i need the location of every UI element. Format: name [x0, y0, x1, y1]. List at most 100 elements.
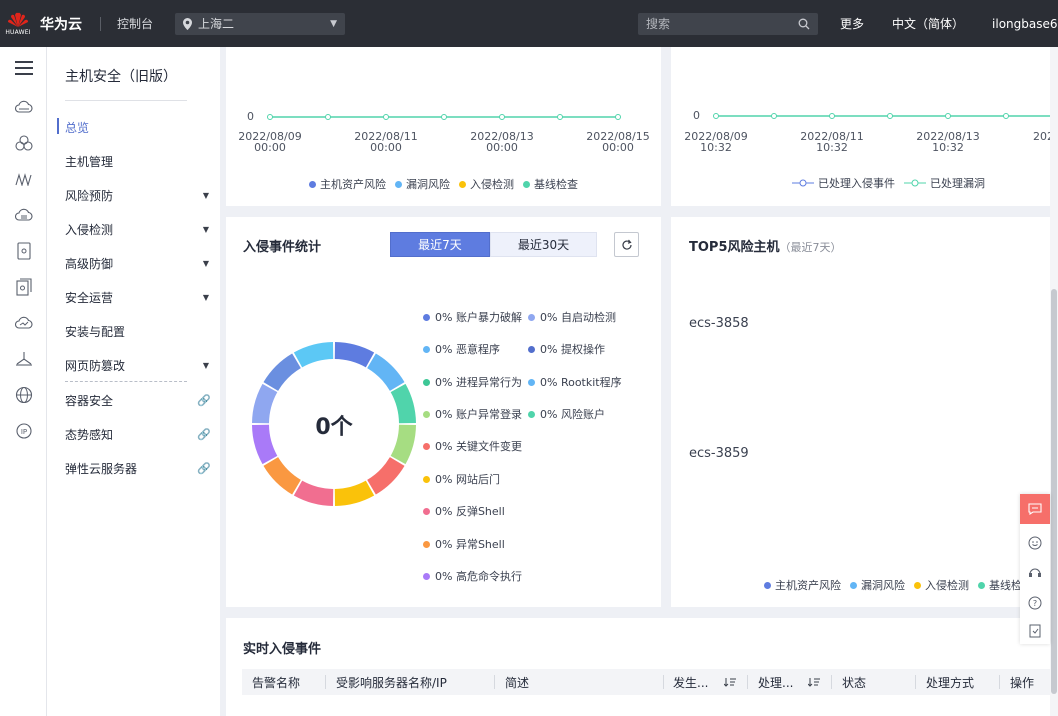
- file-stack-icon[interactable]: [14, 277, 34, 297]
- column-divider: [325, 675, 326, 689]
- console-link[interactable]: 控制台: [117, 15, 153, 32]
- donut-segment[interactable]: [390, 383, 416, 424]
- headset-icon[interactable]: [1020, 558, 1050, 588]
- legend-item[interactable]: 入侵检测: [459, 176, 514, 192]
- help-icon[interactable]: ?: [1020, 588, 1050, 618]
- refresh-button[interactable]: [614, 232, 639, 257]
- sidebar-item-overview[interactable]: 总览: [57, 117, 215, 137]
- legend-item[interactable]: 漏洞风险: [395, 176, 450, 192]
- sidebar-item-web-tamper[interactable]: 网页防篡改 ▼: [65, 355, 215, 375]
- risk-point: [383, 114, 389, 120]
- huawei-logo[interactable]: HUAWEI: [4, 5, 32, 43]
- sidebar-item-situational-awareness[interactable]: 态势感知 🔗: [65, 424, 215, 444]
- legend-item[interactable]: 0% 恶意程序: [423, 341, 500, 357]
- globe-icon[interactable]: [14, 385, 34, 405]
- donut-segment[interactable]: [252, 424, 278, 465]
- top-links: 更多 中文（简体） ilongbase66: [840, 0, 1058, 47]
- x-tick: 2022/08/11 10:32: [800, 131, 864, 153]
- top5-title: TOP5风险主机（最近7天）: [689, 236, 842, 255]
- menu-icon[interactable]: [14, 58, 34, 78]
- more-menu[interactable]: 更多: [840, 15, 864, 32]
- legend-item[interactable]: 0% 账户暴力破解: [423, 309, 522, 325]
- sidebar-item-risk-prevention[interactable]: 风险预防 ▼: [65, 185, 215, 205]
- sidebar-item-container-security[interactable]: 容器安全 🔗: [65, 390, 215, 410]
- legend-item[interactable]: 漏洞风险: [850, 577, 905, 593]
- ip-icon[interactable]: IP: [14, 421, 34, 441]
- legend-item[interactable]: 0% 提权操作: [528, 341, 605, 357]
- legend-item[interactable]: 0% 进程异常行为: [423, 374, 522, 390]
- legend-item[interactable]: 入侵检测: [914, 577, 969, 593]
- storage-cloud-icon[interactable]: [14, 205, 34, 225]
- legend-item[interactable]: 0% 反弹Shell: [423, 503, 505, 519]
- user-account[interactable]: ilongbase66: [992, 17, 1058, 31]
- region-selector[interactable]: 上海二 ▼: [175, 12, 346, 35]
- host-name[interactable]: ecs-3858: [689, 316, 749, 331]
- sort-icon[interactable]: [724, 669, 736, 695]
- sidebar-item-installation[interactable]: 安装与配置: [65, 321, 215, 341]
- donut-segment[interactable]: [252, 383, 278, 424]
- sidebar-item-advanced-defense[interactable]: 高级防御 ▼: [65, 253, 215, 273]
- last-7-days-button[interactable]: 最近7天: [390, 232, 490, 257]
- x-tick-time: 00:00: [486, 141, 518, 154]
- smile-icon[interactable]: [1020, 528, 1050, 558]
- chat-icon[interactable]: [1020, 494, 1050, 524]
- network-icon[interactable]: [14, 349, 34, 369]
- donut-segment[interactable]: [367, 353, 405, 391]
- legend-item[interactable]: 0% 网站后门: [423, 471, 500, 487]
- line-legend-icon: [792, 179, 814, 187]
- column-header[interactable]: 简述: [505, 669, 529, 695]
- legend-item[interactable]: 0% 高危命令执行: [423, 568, 522, 584]
- legend-item[interactable]: 主机资产风险: [764, 577, 841, 593]
- risk-point: [441, 114, 447, 120]
- sort-icon[interactable]: [808, 669, 820, 695]
- donut-segment[interactable]: [293, 480, 334, 506]
- language-switch[interactable]: 中文（简体）: [892, 15, 964, 32]
- brand-name[interactable]: 华为云: [40, 14, 82, 34]
- column-header[interactable]: 发生...: [673, 669, 708, 695]
- divider: [65, 100, 187, 101]
- column-header[interactable]: 处理...: [758, 669, 793, 695]
- search-box[interactable]: [638, 13, 818, 35]
- legend-item[interactable]: 已处理入侵事件: [792, 175, 895, 191]
- sidebar-item-host-management[interactable]: 主机管理: [65, 151, 215, 171]
- donut-segment[interactable]: [367, 457, 405, 495]
- legend-item[interactable]: 基线检查: [523, 176, 578, 192]
- cluster-icon[interactable]: [14, 133, 34, 153]
- donut-segment[interactable]: [334, 480, 375, 506]
- legend-item[interactable]: 已处理漏洞: [904, 175, 985, 191]
- donut-segment[interactable]: [390, 424, 416, 465]
- sidebar-item-label: 弹性云服务器: [65, 461, 138, 476]
- donut-segment[interactable]: [293, 342, 334, 368]
- legend-item[interactable]: 0% Rootkit程序: [528, 374, 622, 390]
- sidebar-item-intrusion-detection[interactable]: 入侵检测 ▼: [65, 219, 215, 239]
- sidebar-item-label: 主机管理: [65, 154, 114, 169]
- cloud-monitor-icon[interactable]: [14, 313, 34, 333]
- last-30-days-button[interactable]: 最近30天: [490, 232, 597, 257]
- column-header[interactable]: 操作: [1010, 669, 1034, 695]
- legend-item[interactable]: 基线检: [978, 577, 1022, 593]
- legend-item[interactable]: 0% 关键文件变更: [423, 438, 522, 454]
- column-header[interactable]: 状态: [842, 669, 866, 695]
- legend-item[interactable]: 0% 账户异常登录: [423, 406, 522, 422]
- legend-item[interactable]: 主机资产风险: [309, 176, 386, 192]
- column-header[interactable]: 受影响服务器名称/IP: [336, 669, 447, 695]
- cloud-server-icon[interactable]: [14, 97, 34, 117]
- legend-item[interactable]: 0% 异常Shell: [423, 536, 505, 552]
- sidebar-item-ecs[interactable]: 弹性云服务器 🔗: [65, 458, 215, 478]
- mountain-icon[interactable]: [14, 169, 34, 189]
- column-header[interactable]: 处理方式: [926, 669, 974, 695]
- legend-item[interactable]: 0% 自启动检测: [528, 309, 616, 325]
- scrollbar-thumb[interactable]: [1051, 289, 1057, 694]
- legend-item[interactable]: 0% 风险账户: [528, 406, 605, 422]
- donut-segment[interactable]: [263, 353, 301, 391]
- feedback-icon[interactable]: [1020, 616, 1050, 646]
- host-name[interactable]: ecs-3859: [689, 446, 749, 461]
- search-input[interactable]: [646, 17, 798, 31]
- donut-segment[interactable]: [334, 342, 375, 368]
- floating-toolbar: ?: [1020, 494, 1050, 644]
- search-icon[interactable]: [798, 18, 810, 30]
- column-header[interactable]: 告警名称: [252, 669, 300, 695]
- donut-segment[interactable]: [263, 457, 301, 495]
- document-icon[interactable]: [14, 241, 34, 261]
- sidebar-item-security-operations[interactable]: 安全运营 ▼: [65, 287, 215, 307]
